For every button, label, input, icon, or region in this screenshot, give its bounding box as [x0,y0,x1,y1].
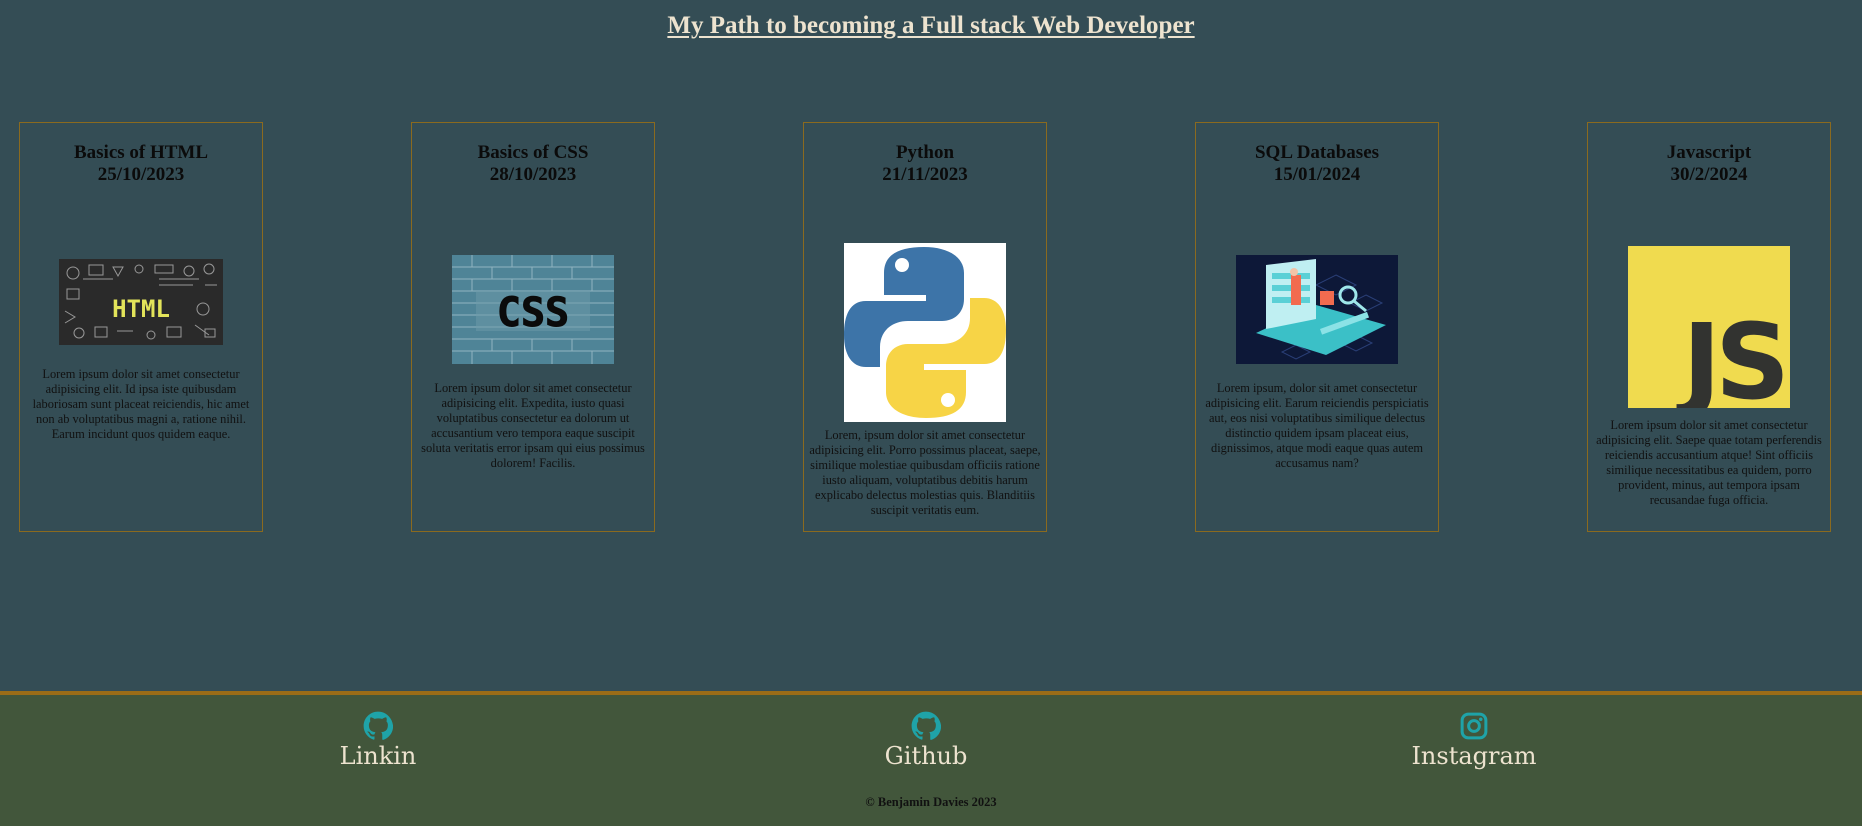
card-text: Lorem ipsum, dolor sit amet consectetur … [1205,381,1429,470]
html-image: HTML [59,259,223,345]
page-title: My Path to becoming a Full stack Web Dev… [667,12,1195,39]
github-icon [363,711,393,740]
card-text: Lorem ipsum dolor sit amet consectetur a… [421,381,645,470]
database-illustration-image [1236,255,1398,364]
copyright-text: © Benjamin Davies 2023 [865,795,997,809]
footer: Linkin Github Instagram © Benjamin Davie… [0,691,1862,826]
card-text: Lorem ipsum dolor sit amet consectetur a… [1596,418,1822,507]
javascript-logo-image: JS [1628,246,1790,408]
footer-link-github[interactable]: Github [806,711,1046,771]
card-date: 15/01/2024 [1273,164,1361,185]
card-sql: SQL Databases 15/01/2024 Lorem ipsum, do… [1195,122,1439,532]
footer-link-instagram[interactable]: Instagram [1354,711,1594,771]
footer-link-linkin[interactable]: Linkin [258,711,498,771]
svg-text:CSS: CSS [497,290,569,336]
card-title: Python [895,142,955,163]
card-text: Lorem ipsum dolor sit amet consectetur a… [32,367,250,441]
github-icon [911,711,941,740]
css-image: CSS [452,255,614,364]
instagram-icon [1460,712,1488,740]
card-html: Basics of HTML 25/10/2023 HTML Lorem ips… [19,122,263,532]
card-date: 28/10/2023 [489,164,577,185]
svg-text:JS: JS [1676,301,1784,408]
card-title: Basics of HTML [73,142,209,163]
card-date: 30/2/2024 [1670,164,1748,185]
card-text: Lorem, ipsum dolor sit amet consectetur … [809,428,1041,517]
svg-text:HTML: HTML [112,295,170,323]
footer-link-label: Linkin [339,742,417,770]
card-css: Basics of CSS 28/10/2023 CSS Lorem ipsum… [411,122,655,532]
card-title: Basics of CSS [477,142,589,163]
card-date: 21/11/2023 [882,164,968,185]
card-title: Javascript [1666,142,1752,163]
footer-link-label: Instagram [1411,742,1537,770]
python-logo-image [844,243,1006,422]
footer-link-label: Github [884,742,968,770]
card-date: 25/10/2023 [97,164,185,185]
card-javascript: Javascript 30/2/2024 JS Lorem ipsum dolo… [1587,122,1831,532]
card-python: Python 21/11/2023 Lorem, ipsum dolor sit… [803,122,1047,532]
card-title: SQL Databases [1254,142,1380,163]
